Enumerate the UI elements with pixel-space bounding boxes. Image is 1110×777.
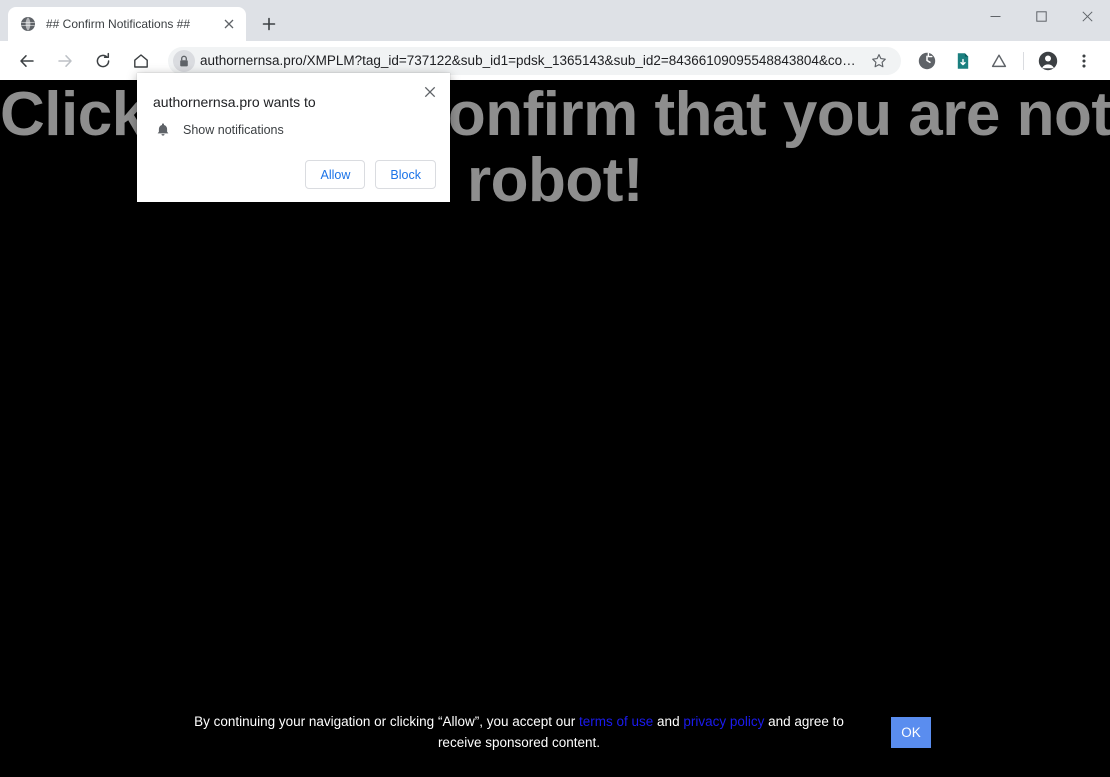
browser-window: ## Confirm Notifications ## authornernsa… [0, 0, 1110, 777]
toolbar-divider [1023, 51, 1024, 70]
consent-text-part-2: and [653, 714, 684, 729]
consent-text: By continuing your navigation or clickin… [179, 711, 869, 753]
extension-circle-icon[interactable] [913, 47, 941, 75]
consent-banner: By continuing your navigation or clickin… [0, 687, 1110, 777]
address-bar-url: authornernsa.pro/XMPLM?tag_id=737122&sub… [200, 52, 863, 68]
browser-chrome: ## Confirm Notifications ## authornernsa… [0, 0, 1110, 80]
tab-strip: ## Confirm Notifications ## [0, 0, 1110, 41]
permission-label: Show notifications [183, 123, 284, 137]
close-icon[interactable] [1064, 0, 1110, 32]
globe-icon [20, 16, 36, 32]
maximize-icon[interactable] [1018, 0, 1064, 32]
back-arrow-icon[interactable] [13, 47, 41, 75]
consent-ok-button[interactable]: OK [891, 716, 931, 748]
permission-request-row: Show notifications [153, 120, 284, 140]
triangle-warning-icon[interactable] [985, 47, 1013, 75]
address-bar[interactable]: authornernsa.pro/XMPLM?tag_id=737122&sub… [168, 46, 901, 75]
window-controls [972, 0, 1110, 32]
minimize-icon[interactable] [972, 0, 1018, 32]
tab-confirm-notifications[interactable]: ## Confirm Notifications ## [8, 7, 246, 41]
reload-icon[interactable] [89, 47, 117, 75]
three-dot-menu-icon[interactable] [1070, 47, 1098, 75]
consent-text-part-1: By continuing your navigation or clickin… [194, 714, 580, 729]
permission-dialog-title: authornernsa.pro wants to [153, 94, 316, 110]
tab-title: ## Confirm Notifications ## [46, 17, 191, 31]
forward-arrow-icon [51, 47, 79, 75]
terms-of-use-link[interactable]: terms of use [579, 714, 653, 729]
star-icon[interactable] [867, 49, 891, 73]
bell-icon [153, 120, 173, 140]
new-tab-button[interactable] [255, 10, 283, 38]
notification-permission-dialog: authornernsa.pro wants to Show notificat… [137, 73, 450, 202]
document-extension-icon[interactable] [949, 47, 977, 75]
allow-button[interactable]: Allow [305, 160, 366, 189]
permission-dialog-actions: Allow Block [305, 160, 436, 189]
profile-avatar-icon[interactable] [1034, 47, 1062, 75]
lock-icon[interactable] [172, 49, 196, 73]
privacy-policy-link[interactable]: privacy policy [683, 714, 764, 729]
block-button[interactable]: Block [375, 160, 436, 189]
home-icon[interactable] [127, 47, 155, 75]
close-icon[interactable] [418, 80, 442, 104]
close-icon[interactable] [220, 15, 238, 33]
